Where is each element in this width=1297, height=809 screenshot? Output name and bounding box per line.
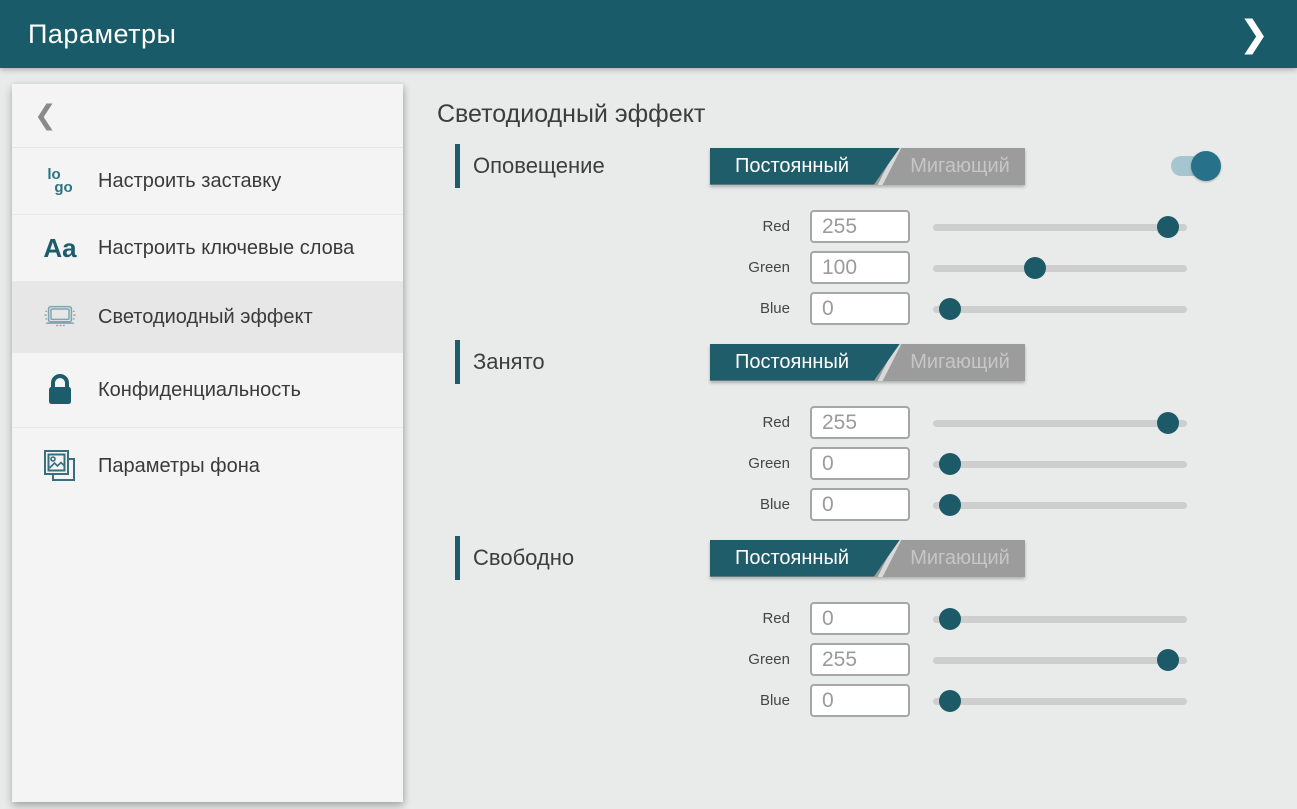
slider-track bbox=[933, 657, 1187, 664]
mode-solid-button[interactable]: Постоянный bbox=[710, 540, 900, 577]
main-content: Светодиодный эффект Оповещение Постоянны… bbox=[437, 68, 1297, 809]
mode-toggle[interactable]: Постоянный Мигающий bbox=[710, 148, 1025, 185]
red-value-input[interactable] bbox=[810, 602, 910, 635]
channel-row-green: Green bbox=[437, 447, 1297, 480]
slider-track bbox=[933, 616, 1187, 623]
green-value-input[interactable] bbox=[810, 251, 910, 284]
channel-label: Red bbox=[437, 414, 790, 431]
sidebar-item-label: Настроить заставку bbox=[98, 168, 281, 194]
sidebar-item-label: Настроить ключевые слова bbox=[98, 235, 354, 261]
channel-row-red: Red bbox=[437, 602, 1297, 635]
slider-thumb[interactable] bbox=[939, 453, 961, 475]
logo-icon: lo go bbox=[42, 168, 78, 194]
blue-value-input[interactable] bbox=[810, 292, 910, 325]
sidebar-item-privacy[interactable]: Конфиденциальность bbox=[12, 352, 403, 427]
channel-row-blue: Blue bbox=[437, 488, 1297, 521]
blue-slider[interactable] bbox=[933, 493, 1187, 517]
channel-row-red: Red bbox=[437, 210, 1297, 243]
slider-track bbox=[933, 502, 1187, 509]
switch-knob bbox=[1191, 151, 1221, 181]
sidebar-back-button[interactable]: ❮ bbox=[12, 84, 403, 148]
slider-track bbox=[933, 420, 1187, 427]
green-slider[interactable] bbox=[933, 648, 1187, 672]
sidebar: ❮ lo go Настроить заставку Aa Настроить … bbox=[12, 84, 403, 802]
section-title: Занято bbox=[473, 349, 545, 374]
sidebar-item-label: Светодиодный эффект bbox=[98, 304, 313, 330]
blue-slider[interactable] bbox=[933, 297, 1187, 321]
red-value-input[interactable] bbox=[810, 210, 910, 243]
channel-label: Blue bbox=[437, 496, 790, 513]
channel-label: Green bbox=[437, 651, 790, 668]
app-header: Параметры ❯ bbox=[0, 0, 1297, 68]
channel-label: Green bbox=[437, 455, 790, 472]
channel-row-blue: Blue bbox=[437, 684, 1297, 717]
channel-label: Green bbox=[437, 259, 790, 276]
slider-thumb[interactable] bbox=[939, 690, 961, 712]
slider-thumb[interactable] bbox=[1157, 649, 1179, 671]
sidebar-item-splash-screen[interactable]: lo go Настроить заставку bbox=[12, 148, 403, 214]
section-title: Оповещение bbox=[473, 153, 605, 178]
channel-label: Blue bbox=[437, 300, 790, 317]
mode-toggle[interactable]: Постоянный Мигающий bbox=[710, 344, 1025, 381]
green-value-input[interactable] bbox=[810, 447, 910, 480]
section-notification: Оповещение Постоянный Мигающий Red bbox=[437, 144, 1297, 325]
slider-track bbox=[933, 698, 1187, 705]
blue-value-input[interactable] bbox=[810, 488, 910, 521]
section-title: Свободно bbox=[473, 545, 574, 570]
led-screen-icon bbox=[42, 302, 78, 332]
red-slider[interactable] bbox=[933, 607, 1187, 631]
mode-blinking-button[interactable]: Мигающий bbox=[895, 540, 1025, 577]
slider-thumb[interactable] bbox=[1157, 412, 1179, 434]
sidebar-item-background[interactable]: Параметры фона bbox=[12, 427, 403, 504]
slider-thumb[interactable] bbox=[939, 298, 961, 320]
section-busy: Занято Постоянный Мигающий Red Green bbox=[437, 340, 1297, 521]
mode-solid-button[interactable]: Постоянный bbox=[710, 344, 900, 381]
sidebar-item-label: Параметры фона bbox=[98, 453, 260, 479]
sidebar-item-label: Конфиденциальность bbox=[98, 377, 301, 403]
green-slider[interactable] bbox=[933, 256, 1187, 280]
mode-solid-button[interactable]: Постоянный bbox=[710, 148, 900, 185]
channel-row-red: Red bbox=[437, 406, 1297, 439]
channel-row-blue: Blue bbox=[437, 292, 1297, 325]
images-icon bbox=[42, 448, 78, 484]
lock-icon bbox=[42, 373, 78, 407]
green-value-input[interactable] bbox=[810, 643, 910, 676]
slider-track bbox=[933, 224, 1187, 231]
mode-blinking-button[interactable]: Мигающий bbox=[895, 148, 1025, 185]
slider-thumb[interactable] bbox=[939, 494, 961, 516]
blue-slider[interactable] bbox=[933, 689, 1187, 713]
blue-value-input[interactable] bbox=[810, 684, 910, 717]
red-slider[interactable] bbox=[933, 215, 1187, 239]
slider-thumb[interactable] bbox=[1024, 257, 1046, 279]
text-aa-icon: Aa bbox=[42, 235, 78, 261]
slider-thumb[interactable] bbox=[1157, 216, 1179, 238]
red-value-input[interactable] bbox=[810, 406, 910, 439]
mode-toggle[interactable]: Постоянный Мигающий bbox=[710, 540, 1025, 577]
mode-blinking-button[interactable]: Мигающий bbox=[895, 344, 1025, 381]
enable-switch[interactable] bbox=[1171, 156, 1216, 176]
sidebar-item-keywords[interactable]: Aa Настроить ключевые слова bbox=[12, 214, 403, 281]
forward-chevron-icon[interactable]: ❯ bbox=[1239, 16, 1269, 52]
back-chevron-icon: ❮ bbox=[34, 100, 57, 131]
green-slider[interactable] bbox=[933, 452, 1187, 476]
content-title: Светодиодный эффект bbox=[437, 100, 1297, 129]
channel-label: Red bbox=[437, 218, 790, 235]
slider-thumb[interactable] bbox=[939, 608, 961, 630]
channel-row-green: Green bbox=[437, 251, 1297, 284]
page-title: Параметры bbox=[28, 19, 176, 50]
channel-label: Red bbox=[437, 610, 790, 627]
slider-track bbox=[933, 306, 1187, 313]
channel-label: Blue bbox=[437, 692, 790, 709]
slider-track bbox=[933, 461, 1187, 468]
sidebar-item-led-effect[interactable]: Светодиодный эффект bbox=[12, 281, 403, 352]
channel-row-green: Green bbox=[437, 643, 1297, 676]
red-slider[interactable] bbox=[933, 411, 1187, 435]
section-free: Свободно Постоянный Мигающий Red Green bbox=[437, 536, 1297, 717]
slider-track bbox=[933, 265, 1187, 272]
